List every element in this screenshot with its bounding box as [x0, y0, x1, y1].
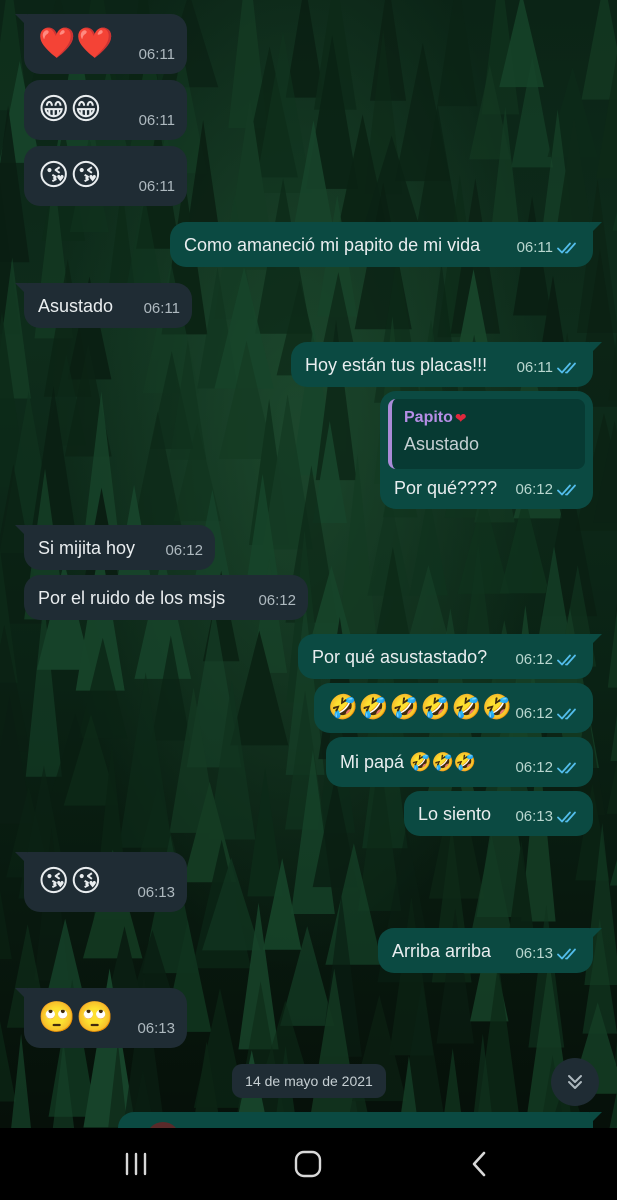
double-check-icon: [557, 484, 576, 496]
message-outgoing[interactable]: Lo siento 06:13: [404, 791, 593, 836]
recents-button[interactable]: [106, 1144, 166, 1184]
message-time: 06:12: [165, 542, 203, 559]
double-check-icon: [557, 811, 576, 823]
message-text: 😘😘: [38, 159, 103, 192]
message-outgoing[interactable]: Mi papá 🤣🤣🤣 06:12: [326, 737, 593, 787]
recents-icon: [125, 1152, 147, 1176]
message-time: 06:11: [516, 359, 553, 376]
back-icon: [472, 1151, 486, 1177]
message-time: 06:12: [515, 481, 553, 498]
message-incoming[interactable]: ❤️❤️ 06:11: [15, 14, 187, 74]
date-separator: 14 de mayo de 2021: [232, 1064, 386, 1098]
message-text: Asustado: [38, 295, 114, 316]
message-incoming[interactable]: Asustado 06:11: [15, 283, 192, 328]
message-time: 06:11: [516, 239, 553, 256]
message-time: 06:13: [137, 884, 175, 901]
message-time: 06:11: [138, 178, 175, 195]
message-text: ❤️❤️: [38, 27, 115, 60]
double-check-icon: [557, 762, 576, 774]
message-text: 🤣🤣🤣🤣🤣🤣: [328, 694, 514, 721]
message-outgoing[interactable]: Por qué asustastado? 06:12: [298, 634, 602, 679]
message-text: Por qué asustastado?: [312, 646, 488, 667]
message-text: Por el ruido de los msjs: [38, 587, 226, 608]
heart-emoji: ❤: [454, 410, 467, 426]
double-check-icon: [557, 708, 576, 720]
message-time: 06:12: [258, 592, 296, 609]
message-text: Por qué????: [394, 478, 498, 498]
message-incoming[interactable]: Si mijita hoy 06:12: [15, 525, 215, 570]
message-text: Si mijita hoy: [38, 537, 136, 558]
message-outgoing[interactable]: 🤣🤣🤣🤣🤣🤣 06:12: [314, 683, 593, 733]
chevrons-down-icon: [568, 1075, 582, 1089]
message-incoming[interactable]: 😘😘 06:13: [15, 852, 187, 912]
scroll-to-bottom-button[interactable]: [551, 1058, 599, 1106]
message-text: Hoy están tus placas!!!: [305, 354, 488, 375]
message-time: 06:13: [515, 808, 553, 825]
message-text: Como amaneció mi papito de mi vida: [184, 234, 481, 255]
message-text: Mi papá 🤣🤣🤣: [340, 752, 477, 772]
message-time: 06:12: [515, 651, 553, 668]
quoted-author: Papito: [404, 409, 453, 426]
message-time: 06:11: [138, 112, 175, 129]
message-incoming[interactable]: Por el ruido de los msjs 06:12: [24, 575, 308, 620]
message-time: 06:13: [137, 1020, 175, 1037]
double-check-icon: [557, 654, 576, 666]
message-outgoing[interactable]: Hoy están tus placas!!! 06:11: [291, 342, 602, 387]
message-incoming[interactable]: 😘😘 06:11: [24, 146, 187, 206]
conversation: ❤️❤️ 06:11 😁😁 06:11 😘😘 06:11 Como amanec…: [0, 0, 617, 1156]
double-check-icon: [557, 242, 576, 254]
message-time: 06:12: [515, 705, 553, 722]
message-text: 🙄🙄: [38, 1001, 115, 1034]
message-incoming[interactable]: 🙄🙄 06:13: [15, 988, 187, 1048]
quoted-message[interactable]: Papito ❤ Asustado: [388, 399, 585, 469]
system-navigation-bar: [0, 1128, 617, 1200]
message-incoming[interactable]: 😁😁 06:11: [24, 80, 187, 140]
message-time: 06:13: [515, 945, 553, 962]
message-text: Arriba arriba: [392, 940, 492, 961]
message-time: 06:11: [143, 300, 180, 317]
message-time: 06:11: [138, 46, 175, 63]
double-check-icon: [557, 948, 576, 960]
quoted-text: Asustado: [404, 434, 480, 454]
message-text: Lo siento: [418, 803, 492, 824]
message-outgoing[interactable]: Arriba arriba 06:13: [378, 928, 602, 973]
message-text: 😘😘: [38, 865, 103, 898]
home-icon: [294, 1150, 322, 1178]
home-button[interactable]: [278, 1144, 338, 1184]
double-check-icon: [557, 362, 576, 374]
message-text: 😁😁: [38, 93, 103, 126]
back-button[interactable]: [450, 1144, 510, 1184]
message-outgoing[interactable]: Como amaneció mi papito de mi vida 06:11: [170, 222, 602, 267]
message-time: 06:12: [515, 759, 553, 776]
message-outgoing-reply[interactable]: Papito ❤ Asustado Por qué???? 06:12: [380, 391, 593, 509]
